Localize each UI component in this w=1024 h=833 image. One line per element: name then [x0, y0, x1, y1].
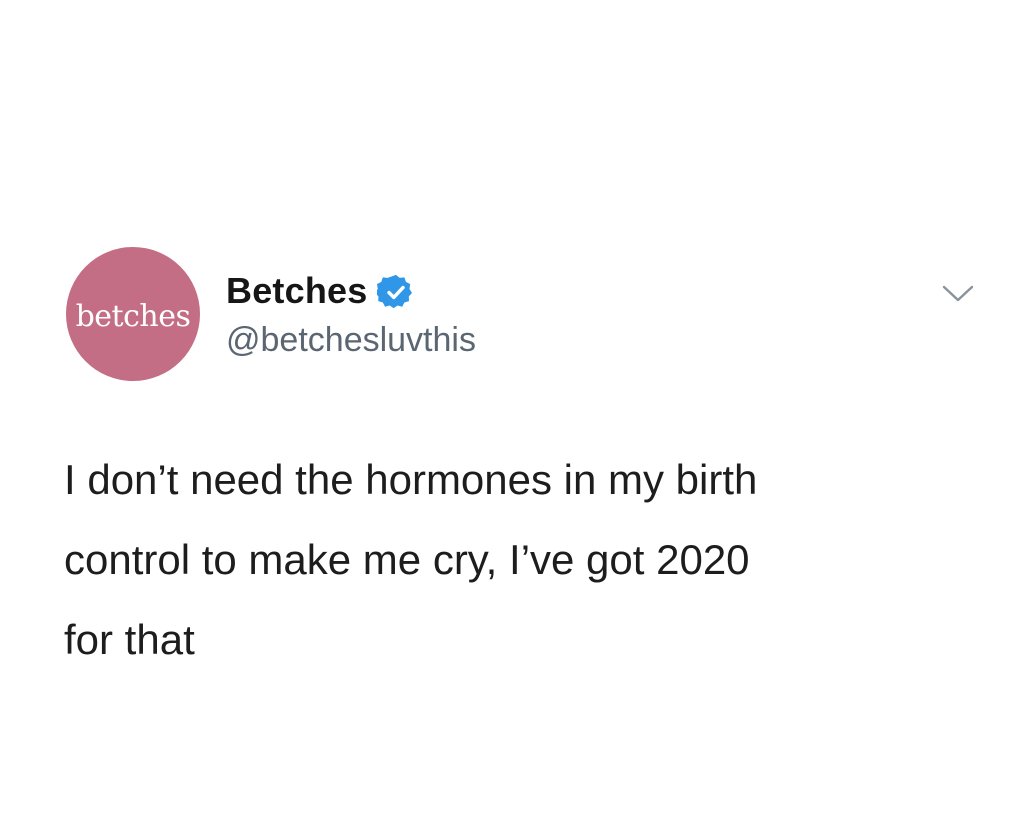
tweet-text: I don’t need the hormones in my birth co…	[64, 456, 758, 663]
tweet-card: betches Betches @betchesluvthis I don’t …	[0, 0, 1024, 833]
author-handle[interactable]: @betchesluvthis	[226, 318, 476, 362]
display-name[interactable]: Betches	[226, 268, 367, 314]
author-name-row: Betches	[226, 268, 415, 314]
chevron-down-icon[interactable]	[936, 278, 980, 308]
avatar-logo: betches	[75, 298, 191, 334]
verified-badge-icon	[377, 274, 413, 309]
avatar[interactable]: betches	[66, 247, 200, 381]
